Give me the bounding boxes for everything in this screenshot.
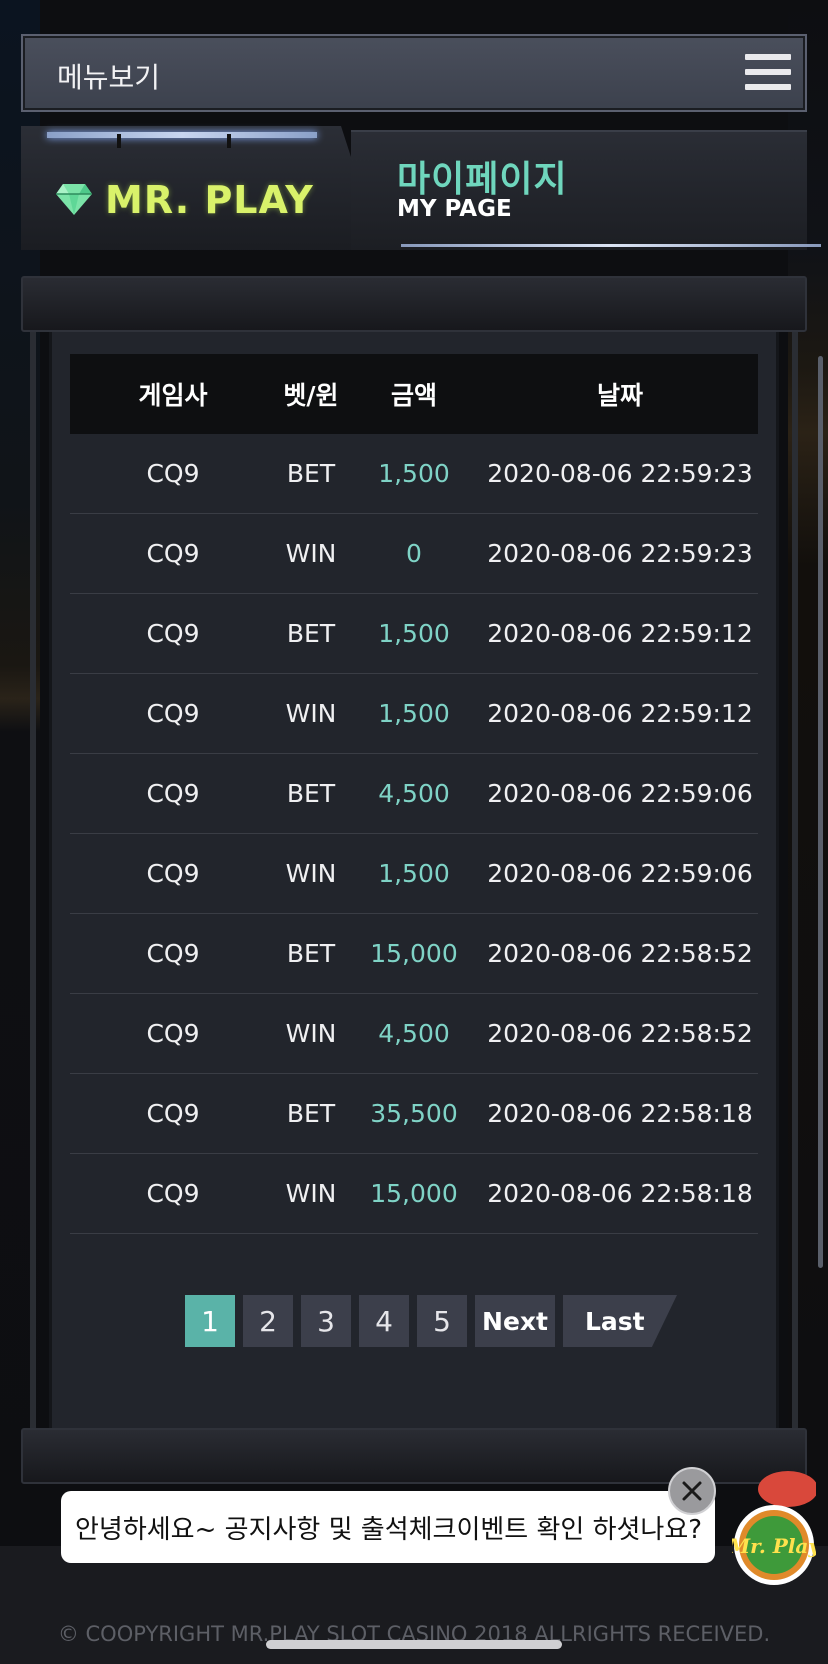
- chat-message: 안녕하세요~ 공지사항 및 출석체크이벤트 확인 하셧나요?: [75, 1514, 703, 1545]
- menu-bar[interactable]: 메뉴보기: [21, 34, 807, 112]
- table-row: CQ9 BET 1,500 2020-08-06 22:59:23: [70, 434, 758, 514]
- header-bet-win: 벳/윈: [283, 381, 339, 410]
- page-title-kr: 마이페이지: [397, 159, 568, 200]
- cell-date: 2020-08-06 22:58:18: [487, 1179, 753, 1208]
- page-5-button[interactable]: 5: [417, 1295, 467, 1347]
- table-header: 게임사 벳/윈 금액 날짜: [70, 354, 758, 434]
- cell-date: 2020-08-06 22:59:23: [487, 459, 753, 488]
- cell-date: 2020-08-06 22:59:23: [487, 539, 753, 568]
- cell-provider: CQ9: [146, 779, 200, 808]
- pagination: 1 2 3 4 5 Next Last: [185, 1295, 677, 1347]
- cell-amount: 1,500: [378, 619, 450, 648]
- header-provider: 게임사: [138, 381, 208, 410]
- table-row: CQ9 WIN 0 2020-08-06 22:59:23: [70, 514, 758, 594]
- header-date: 날짜: [596, 381, 643, 410]
- cell-date: 2020-08-06 22:59:12: [487, 699, 753, 728]
- table-row: CQ9 BET 4,500 2020-08-06 22:59:06: [70, 754, 758, 834]
- header-banner: MR. PLAY 마이페이지 MY PAGE: [21, 126, 821, 256]
- cell-date: 2020-08-06 22:59:06: [487, 859, 753, 888]
- menu-label: 메뉴보기: [57, 61, 161, 94]
- close-icon[interactable]: [668, 1467, 716, 1515]
- table-row: CQ9 WIN 4,500 2020-08-06 22:58:52: [70, 994, 758, 1074]
- mascot-text: Mr. Play: [732, 1534, 816, 1558]
- cell-bet-win: WIN: [285, 539, 337, 568]
- cell-amount: 4,500: [378, 1019, 450, 1048]
- table-row: CQ9 WIN 1,500 2020-08-06 22:59:12: [70, 674, 758, 754]
- page-title-en: MY PAGE: [397, 196, 512, 222]
- cell-provider: CQ9: [146, 1179, 200, 1208]
- page-1-button[interactable]: 1: [185, 1295, 235, 1347]
- cell-date: 2020-08-06 22:58:52: [487, 939, 753, 968]
- home-indicator: [266, 1640, 562, 1649]
- header-amount: 금액: [390, 381, 437, 410]
- next-page-button[interactable]: Next: [475, 1295, 555, 1347]
- panel-side-right: [792, 332, 798, 1428]
- cell-bet-win: WIN: [285, 1179, 337, 1208]
- table-row: CQ9 WIN 1,500 2020-08-06 22:59:06: [70, 834, 758, 914]
- brand-logo[interactable]: MR. PLAY: [105, 178, 314, 222]
- cell-amount: 0: [406, 539, 422, 568]
- diamond-icon: [56, 184, 92, 215]
- cell-amount: 4,500: [378, 779, 450, 808]
- cell-bet-win: BET: [286, 1099, 336, 1128]
- cell-amount: 1,500: [378, 859, 450, 888]
- cell-bet-win: WIN: [285, 859, 337, 888]
- panel-top-bar: [21, 276, 807, 332]
- table-row: CQ9 BET 35,500 2020-08-06 22:58:18: [70, 1074, 758, 1154]
- cell-provider: CQ9: [146, 699, 200, 728]
- cell-bet-win: BET: [286, 459, 336, 488]
- page-3-button[interactable]: 3: [301, 1295, 351, 1347]
- cell-amount: 1,500: [378, 699, 450, 728]
- cell-provider: CQ9: [146, 859, 200, 888]
- cell-date: 2020-08-06 22:58:18: [487, 1099, 753, 1128]
- cell-date: 2020-08-06 22:58:52: [487, 1019, 753, 1048]
- cell-provider: CQ9: [146, 939, 200, 968]
- table-row: CQ9 BET 15,000 2020-08-06 22:58:52: [70, 914, 758, 994]
- page-4-button[interactable]: 4: [359, 1295, 409, 1347]
- chat-notice-bubble[interactable]: 안녕하세요~ 공지사항 및 출석체크이벤트 확인 하셧나요?: [61, 1491, 715, 1563]
- betting-history-table: 게임사 벳/윈 금액 날짜 CQ9 BET 1,500 2020-08-06 22:5…: [70, 354, 758, 1234]
- cell-bet-win: BET: [286, 619, 336, 648]
- cell-date: 2020-08-06 22:59:06: [487, 779, 753, 808]
- cell-provider: CQ9: [146, 539, 200, 568]
- cell-provider: CQ9: [146, 459, 200, 488]
- cell-amount: 15,000: [370, 939, 458, 968]
- last-page-button[interactable]: Last: [563, 1295, 677, 1347]
- light-bar-decoration: [47, 132, 317, 148]
- cell-bet-win: BET: [286, 779, 336, 808]
- cell-bet-win: BET: [286, 939, 336, 968]
- hamburger-menu-icon[interactable]: [745, 54, 791, 94]
- scrollbar[interactable]: [818, 356, 823, 1268]
- cell-provider: CQ9: [146, 1019, 200, 1048]
- cell-date: 2020-08-06 22:59:12: [487, 619, 753, 648]
- table-row: CQ9 WIN 15,000 2020-08-06 22:58:18: [70, 1154, 758, 1234]
- cell-amount: 35,500: [370, 1099, 458, 1128]
- banner-underline: [401, 244, 821, 247]
- cell-provider: CQ9: [146, 1099, 200, 1128]
- cell-bet-win: WIN: [285, 1019, 337, 1048]
- table-row: CQ9 BET 1,500 2020-08-06 22:59:12: [70, 594, 758, 674]
- cell-bet-win: WIN: [285, 699, 337, 728]
- page-2-button[interactable]: 2: [243, 1295, 293, 1347]
- cell-provider: CQ9: [146, 619, 200, 648]
- cell-amount: 15,000: [370, 1179, 458, 1208]
- panel-side-left: [30, 332, 36, 1428]
- mascot-avatar-icon[interactable]: Mr. Play: [732, 1463, 816, 1587]
- cell-amount: 1,500: [378, 459, 450, 488]
